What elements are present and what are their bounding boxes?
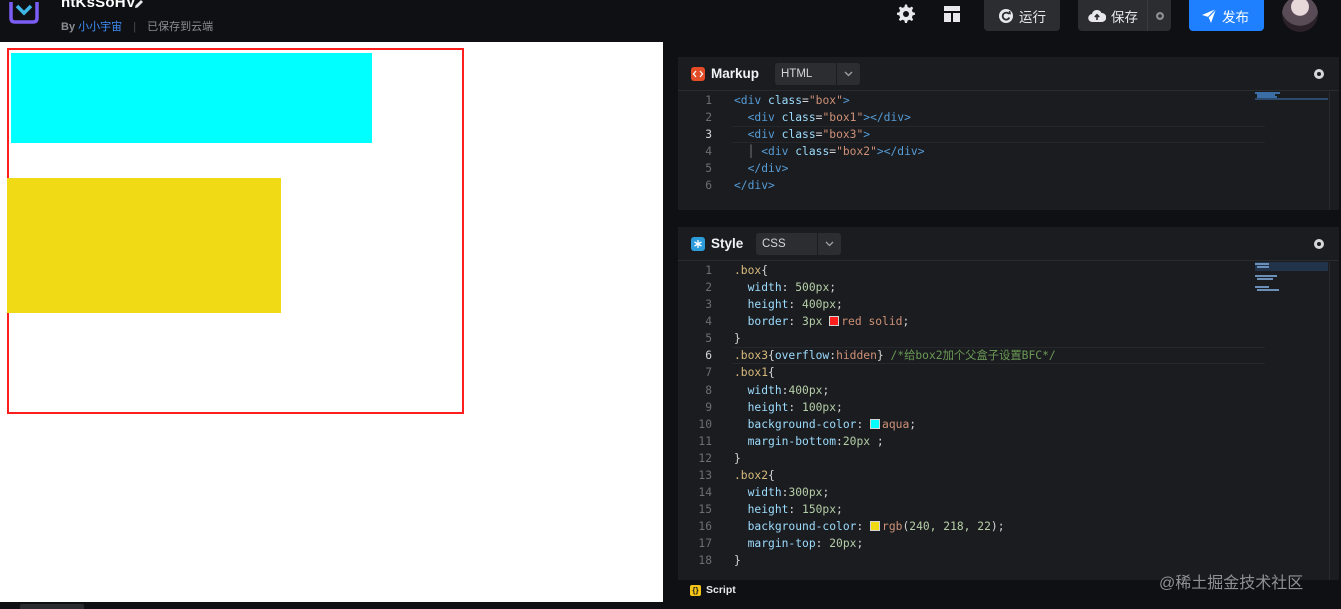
code-line-active: 6 .box3{overflow:hidden} /*给box2加个父盒子设置BF… [678,347,1265,365]
color-swatch-aqua[interactable] [870,418,881,429]
code-line: 7 .box1{ [705,366,775,380]
bottom-strip [0,602,663,609]
style-title: Style [711,236,744,251]
cloud-upload-icon [1088,9,1106,22]
preview-box1-aqua [11,53,372,143]
style-panel: Style CSS 1 .box{ 2 width: 500px; 3 heigh… [678,227,1339,580]
code-line: 13 .box2{ [698,468,775,482]
style-code-editor[interactable]: 1 .box{ 2 width: 500px; 3 height: 400px; … [678,262,1265,569]
code-line: 11 margin-bottom:20px ; [698,434,884,448]
code-line: 16 background-color: rgb(240, 218, 22); [698,520,1005,534]
style-language-select[interactable]: CSS [756,233,841,255]
markup-code-editor[interactable]: 1 <div class="box"> 2 <div class="box1"><… [678,92,1265,194]
preview-box [7,48,464,414]
publish-label: 发布 [1222,9,1249,25]
code-line: 6 </div> [705,179,775,193]
markup-panel: Markup HTML 1 <div class="box"> 2 <div cl… [678,57,1339,210]
code-line: 10 background-color: aqua; [698,417,917,431]
js-braces-icon: {} [690,584,701,596]
send-plane-icon [1202,8,1217,23]
gear-icon [1155,11,1164,20]
code-line: 15 height: 150px; [698,503,843,517]
markup-title: Markup [711,66,760,81]
project-title: htKsSoHV [61,0,136,11]
user-avatar[interactable] [1282,0,1318,32]
markup-scrollbar[interactable] [1329,92,1339,210]
code-line: 5} [705,332,741,346]
style-scrollbar[interactable] [1329,262,1339,580]
style-language-value: CSS [762,238,786,250]
divider: | [133,21,137,33]
code-line: 14 width:300px; [698,486,830,500]
publish-button[interactable]: 发布 [1189,0,1264,31]
code-line: 3 height: 400px; [705,298,843,312]
refresh-icon [999,8,1013,23]
run-button[interactable]: 运行 [984,0,1060,31]
author-link[interactable]: 小小宇宙 [78,21,122,33]
edit-pencil-icon[interactable] [133,0,145,10]
layout-grid-icon[interactable] [942,4,962,24]
code-line: 1 <div class="box"> [705,94,850,107]
byline: By 小小宇宙 | 已保存到云端 [61,18,213,34]
settings-gear-icon[interactable] [896,4,916,24]
code-line: 2 <div class="box1"></div> [705,111,911,125]
chevron-down-icon [817,233,841,255]
result-preview[interactable] [0,42,663,602]
code-line: 4 │ <div class="box2"></div> [705,145,925,159]
markup-language-select[interactable]: HTML [775,63,860,85]
console-tab[interactable] [20,604,84,609]
style-settings-gear-icon[interactable] [1313,238,1325,250]
markup-settings-gear-icon[interactable] [1313,68,1325,80]
save-settings-button[interactable] [1147,0,1171,31]
code-line: 8 width:400px; [705,383,830,397]
script-title: Script [706,584,736,596]
code-line-active: 3 <div class="box3"> [678,126,1265,144]
code-line: 9 height: 100px; [705,400,843,414]
color-swatch-yellow[interactable] [870,521,881,532]
style-minimap[interactable] [1255,262,1328,302]
preview-box2-yellow [9,178,281,313]
code-line: 2 width: 500px; [705,281,837,295]
by-label: By [61,21,76,33]
code-line: 5 </div> [705,162,789,176]
code-line: 12} [698,451,741,465]
markup-panel-header: Markup HTML [678,57,1339,91]
markup-language-value: HTML [781,68,813,80]
code-line: 18} [698,554,741,568]
watermark: @稀土掘金技术社区 [1159,575,1304,592]
code-line: 4 border: 3px red solid; [705,315,910,329]
code-line: 1 .box{ [705,264,769,277]
markup-minimap[interactable] [1255,92,1328,132]
save-button[interactable]: 保存 [1078,0,1147,31]
html-code-icon [691,67,705,81]
script-panel-header[interactable]: {} Script [690,583,736,597]
css-asterisk-icon [691,237,705,251]
top-bar: htKsSoHV By 小小宇宙 | 已保存到云端 运行 保存 发布 [0,0,1341,42]
save-status: 已保存到云端 [147,21,214,33]
run-label: 运行 [1019,9,1046,25]
chevron-down-icon [836,63,860,85]
style-panel-header: Style CSS [678,227,1339,261]
code-editor-logo-icon[interactable] [6,0,42,28]
code-line: 17 margin-top: 20px; [698,537,864,551]
color-swatch-red[interactable] [829,316,840,327]
save-label: 保存 [1111,9,1138,25]
